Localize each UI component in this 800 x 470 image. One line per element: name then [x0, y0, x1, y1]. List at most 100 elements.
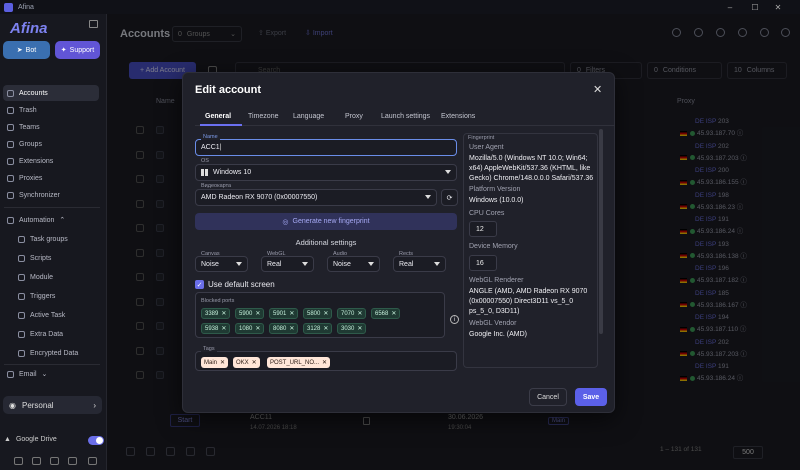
chevron-down-icon	[368, 262, 374, 266]
remove-icon[interactable]: ✕	[322, 359, 327, 366]
scrollbar[interactable]	[599, 129, 603, 334]
rects-value: Real	[399, 260, 414, 268]
name-field[interactable]: ACC1 |	[195, 139, 457, 156]
port-value: 5800	[307, 310, 321, 317]
port-value: 5900	[239, 310, 253, 317]
remove-icon[interactable]: ✕	[220, 359, 225, 366]
remove-icon[interactable]: ✕	[221, 325, 226, 332]
cancel-button[interactable]: Cancel	[529, 388, 567, 406]
sidebar-item-proxies[interactable]: Proxies	[3, 170, 99, 186]
tag-value: POST_URL_NO...	[270, 359, 320, 366]
audio-select[interactable]: Noise	[327, 256, 380, 272]
canvas-select[interactable]: Noise	[195, 256, 248, 272]
divider	[4, 207, 100, 208]
port-chip: 5900 ✕	[235, 308, 265, 319]
gdrive-toggle[interactable]	[88, 436, 104, 445]
task-icon	[18, 311, 25, 319]
remove-icon[interactable]: ✕	[255, 325, 260, 332]
chevron-down-icon	[445, 170, 451, 174]
sidebar-item-task-groups[interactable]: Task groups	[14, 231, 99, 247]
cloud-upload-icon[interactable]	[14, 457, 23, 465]
cpu-label: CPU Cores	[469, 210, 505, 217]
sidebar-item-scripts[interactable]: Scripts	[14, 250, 99, 266]
collapse-sidebar-icon[interactable]	[89, 20, 98, 28]
minimize-button[interactable]: –	[720, 0, 740, 14]
remove-icon[interactable]: ✕	[289, 310, 294, 317]
remove-icon[interactable]: ✕	[289, 325, 294, 332]
additional-settings-heading: Additional settings	[295, 238, 357, 247]
workspace-selector[interactable]: ◉ Personal ›	[3, 396, 102, 414]
window-title: Afina	[18, 3, 34, 11]
bot-label: Bot	[25, 46, 37, 54]
remove-icon[interactable]: ✕	[323, 310, 328, 317]
remove-icon[interactable]: ✕	[391, 310, 396, 317]
maximize-button[interactable]: ☐	[745, 0, 765, 14]
os-value: Windows 10	[213, 169, 252, 176]
tag-chip: OKX ✕	[233, 357, 260, 368]
port-value: 6568	[375, 310, 389, 317]
sidebar-item-extensions[interactable]: Extensions	[3, 153, 99, 169]
close-icon[interactable]: ✕	[593, 83, 602, 96]
sidebar-item-encrypted-data[interactable]: Encrypted Data	[14, 345, 99, 361]
sync-icon	[7, 191, 14, 199]
tab-timezone[interactable]: Timezone	[248, 113, 278, 120]
bot-button[interactable]: ➤ Bot	[3, 41, 50, 59]
remove-icon[interactable]: ✕	[357, 325, 362, 332]
sidebar-item-automation[interactable]: Automation ⌃	[3, 212, 99, 228]
name-label: Name	[201, 134, 220, 140]
active-tab-indicator	[200, 124, 242, 126]
library-icon[interactable]	[68, 457, 77, 465]
sidebar-item-module[interactable]: Module	[14, 269, 99, 285]
info-icon[interactable]: i	[450, 315, 459, 324]
close-window-button[interactable]: ✕	[768, 0, 788, 14]
lock-icon	[18, 349, 25, 357]
sidebar-item-label: Extra Data	[30, 330, 64, 338]
tab-general[interactable]: General	[205, 113, 231, 120]
sidebar-item-email[interactable]: Email ⌄	[3, 366, 99, 382]
sidebar-item-active-task[interactable]: Active Task	[14, 307, 99, 323]
tab-extensions[interactable]: Extensions	[441, 113, 475, 120]
window-titlebar: Afina – ☐ ✕	[0, 0, 800, 14]
sidebar-item-teams[interactable]: Teams	[3, 119, 99, 135]
sidebar-item-triggers[interactable]: Triggers	[14, 288, 99, 304]
sidebar-item-label: Triggers	[30, 292, 56, 300]
tag-chip: POST_URL_NO... ✕	[267, 357, 331, 368]
refresh-gpu-button[interactable]: ⟳	[441, 189, 458, 206]
remove-icon[interactable]: ✕	[252, 359, 257, 366]
webgl-select[interactable]: Real	[261, 256, 314, 272]
folder-icon	[7, 140, 14, 148]
chevron-up-icon: ⌃	[59, 217, 66, 224]
platform-value: Windows (10.0.0)	[469, 197, 524, 204]
memory-value: 16	[469, 255, 497, 271]
data-icon	[18, 330, 25, 338]
rects-select[interactable]: Real	[393, 256, 446, 272]
remove-icon[interactable]: ✕	[221, 310, 226, 317]
sidebar-item-synchronizer[interactable]: Synchronizer	[3, 187, 99, 203]
generate-fingerprint-button[interactable]: ◎ Generate new fingerprint	[195, 213, 457, 230]
sidebar-logo: Afina	[10, 20, 48, 37]
remove-icon[interactable]: ✕	[323, 325, 328, 332]
platform-label: Platform Version	[469, 186, 521, 193]
default-screen-checkbox[interactable]: ✓	[195, 280, 204, 289]
sidebar-item-groups[interactable]: Groups	[3, 136, 99, 152]
tab-proxy[interactable]: Proxy	[345, 113, 363, 120]
settings-icon[interactable]	[88, 457, 97, 465]
support-button[interactable]: ✦ Support	[55, 41, 100, 59]
renderer-label: WebGL Renderer	[469, 277, 524, 284]
save-button[interactable]: Save	[575, 388, 607, 406]
os-select[interactable]: Windows 10	[195, 164, 457, 181]
cloud-download-icon[interactable]	[32, 457, 41, 465]
remove-icon[interactable]: ✕	[357, 310, 362, 317]
modal-title: Edit account	[195, 84, 262, 96]
sidebar-item-trash[interactable]: Trash	[3, 102, 99, 118]
workspace-label: Personal	[21, 400, 54, 410]
sidebar-item-extra-data[interactable]: Extra Data	[14, 326, 99, 342]
folder-icon[interactable]	[50, 457, 59, 465]
tab-language[interactable]: Language	[293, 113, 324, 120]
gpu-select[interactable]: AMD Radeon RX 9070 (0x00007550)	[195, 189, 437, 206]
gdrive-label: Google Drive	[15, 436, 57, 443]
sidebar-item-accounts[interactable]: Accounts	[3, 85, 99, 101]
remove-icon[interactable]: ✕	[255, 310, 260, 317]
tab-launch-settings[interactable]: Launch settings	[381, 113, 430, 120]
sidebar-item-label: Scripts	[30, 254, 52, 262]
